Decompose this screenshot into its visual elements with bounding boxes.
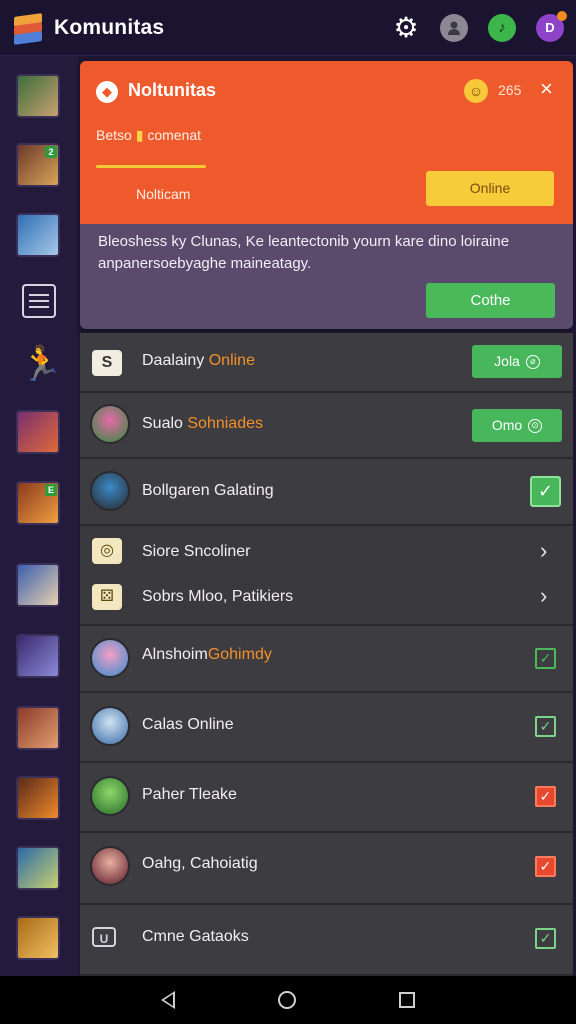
user-icon[interactable] (440, 13, 468, 42)
notification-card: ◆ Noltunitas ☺ 265 × Betso ▮ comenat Nol… (80, 61, 573, 329)
online-button-label: Omo (491, 417, 523, 433)
badge: E (45, 484, 57, 496)
avatar (90, 638, 130, 678)
chevron-right-icon[interactable]: › (540, 540, 547, 562)
notification-title: Noltunitas (128, 80, 216, 100)
row-label-text: Sualo (142, 415, 183, 432)
gear-icon[interactable]: ⚙ (392, 13, 420, 42)
avatar (90, 776, 130, 816)
emoji-icon: ☺ (464, 79, 488, 103)
badge: 2 (45, 146, 57, 158)
shield-icon: ◎ (92, 538, 122, 564)
join-button-label: Jola (494, 353, 520, 369)
notification-header: ◆ Noltunitas ☺ 265 × Betso ▮ comenat Nol… (80, 61, 573, 224)
progress-bar (96, 165, 206, 168)
checkbox[interactable]: ✓ (535, 786, 556, 807)
avatar (90, 471, 130, 511)
game-avatar-4[interactable] (16, 410, 60, 454)
avatar (90, 846, 130, 886)
join-button[interactable]: Jola ⌀ (472, 345, 562, 378)
row-label: Paher Tleake (142, 786, 237, 803)
game-sidebar: 2 🏃 E (0, 56, 78, 976)
game-avatar-9[interactable] (16, 776, 60, 820)
dice-icon: ⚄ (92, 584, 122, 610)
game-avatar-2[interactable]: 2 (16, 143, 60, 187)
menu-list-icon[interactable] (22, 284, 56, 318)
list-group: ◎ Siore Sncoliner › ⚄ Sobrs Mloo, Patiki… (80, 526, 573, 626)
row-label[interactable]: Siore Sncoliner (142, 543, 251, 561)
checkbox[interactable]: ✓ (535, 648, 556, 669)
top-app-bar: Komunitas ⚙ ♪ D (0, 0, 576, 56)
list-item[interactable]: S Daalainy Online Jola ⌀ (80, 333, 573, 393)
notification-subtitle: Betso ▮ comenat (96, 127, 201, 144)
clock-icon: ⊙ (528, 419, 543, 434)
notification-dot (557, 10, 567, 21)
row-label: Bollgaren Galating (142, 482, 274, 499)
chat-icon[interactable]: D (536, 10, 567, 42)
list-item[interactable]: Oahg, Cahoiatig ✓ (80, 833, 573, 905)
notification-count: 265 (498, 82, 522, 98)
checkbox[interactable]: ✓ (535, 716, 556, 737)
game-avatar-11[interactable] (16, 916, 60, 960)
avatar (90, 404, 130, 444)
game-avatar-6[interactable] (16, 563, 60, 607)
checkbox[interactable]: ✓ (530, 476, 561, 507)
row-label: Cmne Gataoks (142, 928, 249, 945)
notification-body: Bleoshess ky Clunas, Ke leantectonib you… (98, 233, 510, 272)
system-nav-bar (0, 976, 576, 1024)
row-label: Calas Online (142, 716, 234, 733)
notification-icon: ◆ (96, 81, 118, 103)
chat-icon-glyph: D (545, 20, 555, 35)
row-label-text: Daalainy (142, 352, 205, 369)
row-label-text: Alnshoim (142, 646, 208, 663)
game-avatar-8[interactable] (16, 706, 60, 750)
subtitle-post: comenat (147, 127, 202, 143)
list-item[interactable]: AlnshoimGohimdy ✓ (80, 626, 573, 693)
recent-apps-icon[interactable] (398, 992, 415, 1008)
game-avatar-5[interactable]: E (16, 481, 60, 525)
game-icon: S (92, 350, 122, 376)
online-button[interactable]: Online (426, 171, 554, 206)
app-title: Komunitas (54, 15, 165, 39)
row-label: Sualo Sohniades (142, 415, 263, 433)
action-button[interactable]: Cothe (426, 283, 555, 318)
notification-label: Nolticam (136, 186, 191, 202)
list-item[interactable]: Sualo Sohniades Omo ⊙ (80, 393, 573, 459)
tag-icon: U (92, 927, 116, 947)
list-item[interactable]: Paher Tleake ✓ (80, 763, 573, 833)
checkbox[interactable]: ✓ (535, 856, 556, 877)
game-avatar-10[interactable] (16, 846, 60, 890)
row-label-highlight: Online (208, 352, 255, 369)
chevron-right-icon[interactable]: › (540, 585, 547, 607)
game-avatar-3[interactable] (16, 213, 60, 257)
row-label: Oahg, Cahoiatig (142, 855, 258, 872)
row-label[interactable]: Sobrs Mloo, Patikiers (142, 588, 293, 606)
online-button[interactable]: Omo ⊙ (472, 409, 562, 442)
home-icon[interactable] (277, 991, 296, 1009)
list-item[interactable]: U Cmne Gataoks ✓ (80, 905, 573, 976)
game-avatar-1[interactable] (16, 74, 60, 118)
row-label-highlight: Sohniades (187, 415, 263, 432)
row-label: AlnshoimGohimdy (142, 646, 272, 664)
link-icon: ⌀ (525, 355, 540, 370)
figure-icon[interactable]: 🏃 (20, 344, 62, 384)
subtitle-pre: Betso (96, 127, 132, 143)
list-item[interactable]: Bollgaren Galating ✓ (80, 459, 573, 526)
list-item[interactable]: Calas Online ✓ (80, 693, 573, 763)
marker-icon: ▮ (135, 127, 144, 143)
row-label-highlight: Gohimdy (207, 646, 272, 663)
app-logo-icon (12, 12, 44, 45)
music-icon[interactable]: ♪ (488, 13, 516, 42)
checkbox[interactable]: ✓ (535, 928, 556, 949)
row-label: Daalainy Online (142, 352, 255, 370)
game-avatar-7[interactable] (16, 634, 60, 678)
close-icon[interactable]: × (540, 77, 553, 101)
back-icon[interactable] (161, 991, 176, 1009)
avatar (90, 706, 130, 746)
